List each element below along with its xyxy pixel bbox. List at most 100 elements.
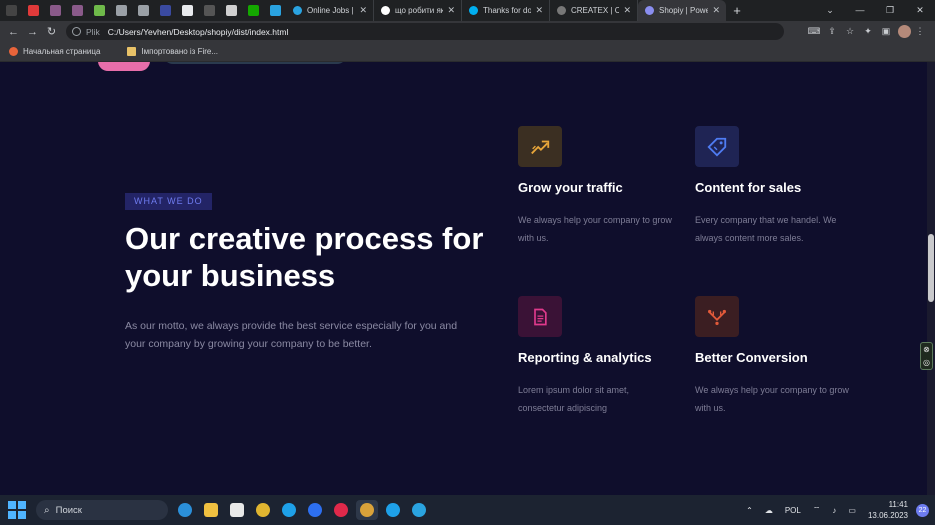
- profile-avatar[interactable]: [898, 25, 911, 38]
- wifi-icon[interactable]: ⌔: [813, 505, 821, 515]
- start-button[interactable]: [8, 501, 26, 519]
- pinned-tab[interactable]: [66, 0, 88, 21]
- settings-icon: [225, 5, 237, 16]
- favicon-icon: [381, 6, 390, 15]
- url-scheme: Plik: [86, 26, 100, 37]
- browser-tab[interactable]: Thanks for do ✕: [462, 0, 550, 21]
- pinned-tab[interactable]: [0, 0, 22, 21]
- scrollbar-thumb[interactable]: [928, 234, 934, 302]
- tab-title: Thanks for do: [483, 6, 532, 15]
- volume-icon[interactable]: ♪: [832, 506, 836, 515]
- windows-taskbar: ⌕ Поиск ⌃ ☁ POL ⌔ ♪ ▭ 11:41 13.06.2023 2…: [0, 495, 935, 525]
- bookmark-folder[interactable]: Імпортовано із Fire...: [127, 47, 218, 56]
- feature-icon-box: [518, 296, 562, 337]
- close-tab-icon[interactable]: ✕: [712, 5, 720, 16]
- info-icon[interactable]: [72, 27, 81, 36]
- language-indicator[interactable]: POL: [785, 506, 801, 515]
- grammarly-icon[interactable]: ◎: [921, 356, 932, 369]
- explorer-app[interactable]: [200, 500, 222, 520]
- feature-desc: Every company that we handel. We always …: [695, 215, 837, 243]
- close-icon[interactable]: ⊗: [921, 343, 932, 356]
- terminal-icon: [203, 5, 215, 16]
- browser-tab-bar: Online Jobs | F ✕ що робити як ✕ Thanks for …: [0, 0, 935, 21]
- reload-button[interactable]: ↻: [42, 25, 61, 38]
- favicon-icon: [645, 6, 654, 15]
- page-viewport: WHAT WE DO Our creative process for your…: [0, 62, 935, 495]
- tray-chevron-icon[interactable]: ⌃: [746, 506, 753, 515]
- close-tab-icon[interactable]: ✕: [535, 5, 543, 16]
- window-controls: ⌄ — ❐ ✕: [815, 0, 935, 21]
- pinned-tab[interactable]: [176, 0, 198, 21]
- system-tray: ⌃ ☁ POL ⌔ ♪ ▭ 11:41 13.06.2023 22: [746, 495, 929, 525]
- bookmark-label: Імпортовано із Fire...: [141, 47, 219, 56]
- chrome-active-app[interactable]: [356, 500, 378, 520]
- pinned-tab[interactable]: [220, 0, 242, 21]
- store-app[interactable]: [226, 500, 248, 520]
- skype-app-2[interactable]: [382, 500, 404, 520]
- translate-icon[interactable]: ⌨: [805, 26, 823, 37]
- zoom-app[interactable]: [304, 500, 326, 520]
- pinned-tab[interactable]: [44, 0, 66, 21]
- battery-icon[interactable]: ▭: [848, 506, 856, 515]
- pinned-tab[interactable]: [154, 0, 176, 21]
- taskbar-search[interactable]: ⌕ Поиск: [36, 500, 168, 520]
- opera-app[interactable]: [330, 500, 352, 520]
- browser-tab[interactable]: Online Jobs | F ✕: [286, 0, 374, 21]
- favicon-icon: [469, 6, 478, 15]
- pinned-tab[interactable]: [88, 0, 110, 21]
- close-tab-icon[interactable]: ✕: [447, 5, 455, 16]
- feature-desc: Lorem ipsum dolor sit amet, consectetur …: [518, 385, 630, 413]
- browser-tab[interactable]: Shopiy | Powe ✕: [638, 0, 726, 21]
- minimize-button[interactable]: —: [845, 0, 875, 21]
- telegram-app[interactable]: [408, 500, 430, 520]
- edge-app[interactable]: [174, 500, 196, 520]
- browser-tab[interactable]: CREATEX | Cou ✕: [550, 0, 638, 21]
- bookmark-label: Начальная страница: [23, 47, 101, 56]
- close-tab-icon[interactable]: ✕: [359, 5, 367, 16]
- page-scrollbar[interactable]: [927, 62, 935, 495]
- tab-strip: Online Jobs | F ✕ що робити як ✕ Thanks for …: [286, 0, 726, 21]
- side-panel-icon[interactable]: ▣: [877, 26, 895, 37]
- favicon-icon: [293, 6, 302, 15]
- chrome-app[interactable]: [252, 500, 274, 520]
- globe-1-icon: [115, 5, 127, 16]
- extensions-icon[interactable]: ✦: [859, 26, 877, 37]
- search-label: Поиск: [55, 504, 82, 516]
- new-tab-button[interactable]: +: [726, 3, 748, 18]
- pinned-tab[interactable]: [132, 0, 154, 21]
- tab-search-icon[interactable]: ⌄: [815, 0, 845, 21]
- notification-badge[interactable]: 22: [916, 503, 929, 517]
- floating-extension-widget[interactable]: ⊗ ◎: [920, 342, 933, 370]
- browser-tab[interactable]: що робити як ✕: [374, 0, 462, 21]
- tab-title: Online Jobs | F: [307, 6, 356, 15]
- close-window-button[interactable]: ✕: [905, 0, 935, 21]
- youtube-icon: [27, 5, 39, 16]
- bookmark-star-icon[interactable]: ☆: [841, 26, 859, 37]
- skype-app[interactable]: [278, 500, 300, 520]
- address-input[interactable]: Plik C:/Users/Yevhen/Desktop/shopiy/dist…: [66, 23, 784, 40]
- close-tab-icon[interactable]: ✕: [623, 5, 631, 16]
- maximize-button[interactable]: ❐: [875, 0, 905, 21]
- toolbar-icons: ⌨ ⇪ ☆ ✦ ▣ ⋮: [805, 21, 929, 42]
- pinned-tabs: [0, 0, 286, 21]
- section-lead: As our motto, we always provide the best…: [125, 320, 458, 350]
- forward-button[interactable]: →: [23, 26, 42, 38]
- feature-title: Content for sales: [695, 180, 802, 195]
- onedrive-icon[interactable]: ☁: [765, 506, 773, 515]
- pinned-tab[interactable]: [22, 0, 44, 21]
- back-button[interactable]: ←: [4, 26, 23, 38]
- pinned-tab[interactable]: [242, 0, 264, 21]
- feature-card-traffic: Grow your traffic We always help your co…: [518, 126, 678, 247]
- bookmark-home[interactable]: Начальная страница: [9, 47, 100, 56]
- pinned-tab[interactable]: [264, 0, 286, 21]
- share-icon[interactable]: ⇪: [823, 26, 841, 37]
- m-icon: [5, 5, 17, 16]
- pinned-tab[interactable]: [198, 0, 220, 21]
- menu-icon[interactable]: ⋮: [911, 26, 929, 37]
- folder-icon: [127, 47, 137, 56]
- decorative-bar: [163, 62, 347, 64]
- feature-icon-box: [695, 126, 739, 167]
- clock[interactable]: 11:41 13.06.2023: [868, 499, 908, 521]
- decorative-shape: [98, 62, 150, 71]
- pinned-tab[interactable]: [110, 0, 132, 21]
